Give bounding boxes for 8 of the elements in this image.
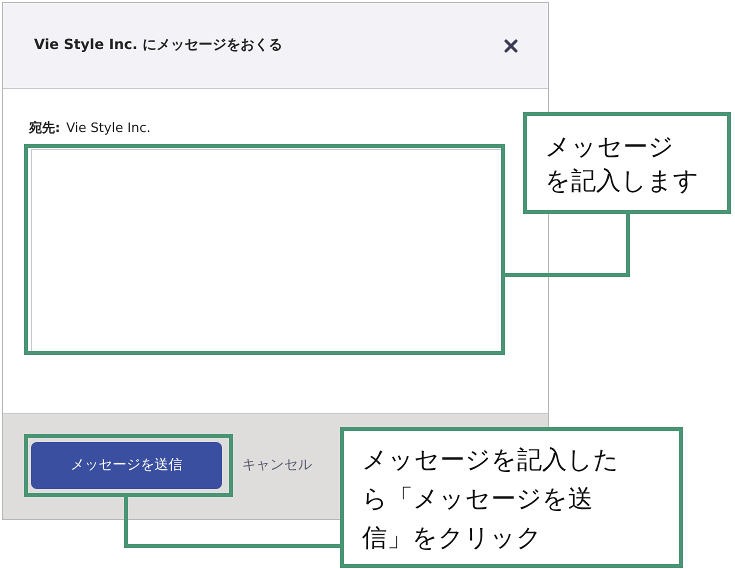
recipient-name: Vie Style Inc. [66,120,151,138]
cancel-link[interactable]: キャンセル [242,455,312,476]
recipient-label: 宛先: [29,120,60,138]
callout-text: メッセージを記入します [545,132,699,197]
close-icon[interactable] [504,38,518,52]
callout-text: メッセージを記入したら「メッセージを送信」をクリック [362,445,620,554]
dialog-title: Vie Style Inc. にメッセージをおくる [34,36,282,55]
send-button[interactable]: メッセージを送信 [31,442,222,489]
